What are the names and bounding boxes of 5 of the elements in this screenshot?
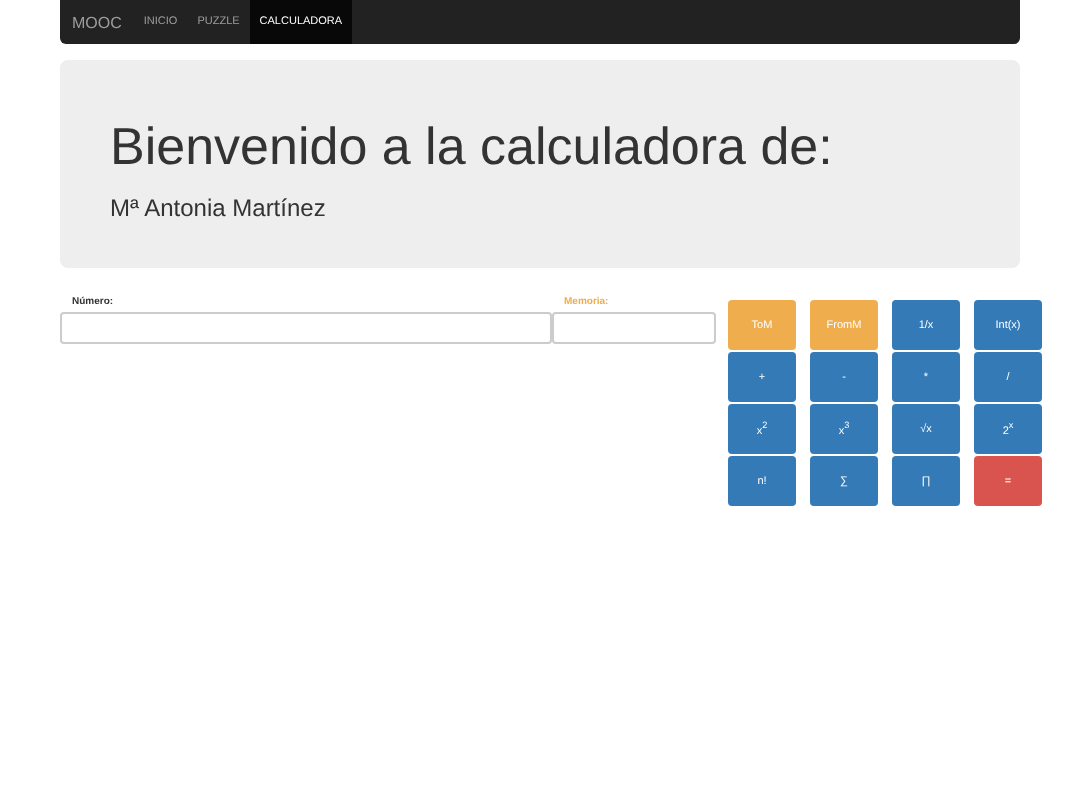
author-name: Mª Antonia Martínez — [110, 194, 328, 222]
page-title: Bienvenido a la calculadora de: — [110, 116, 835, 178]
brand-link[interactable]: MOOC — [72, 0, 134, 44]
input-field[interactable] — [60, 312, 552, 344]
input-field[interactable] — [552, 312, 716, 344]
